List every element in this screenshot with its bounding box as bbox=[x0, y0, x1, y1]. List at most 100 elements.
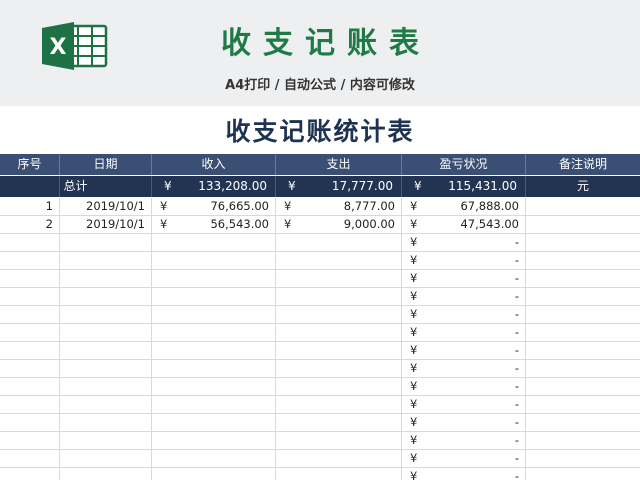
cell-income[interactable] bbox=[152, 234, 276, 251]
cell-index[interactable] bbox=[0, 342, 60, 359]
cell-profit[interactable]: ¥ - bbox=[402, 360, 526, 377]
cell-income[interactable] bbox=[152, 306, 276, 323]
cell-income[interactable]: ¥56,543.00 bbox=[152, 216, 276, 233]
cell-note[interactable] bbox=[526, 270, 640, 287]
header-income[interactable]: 收入 bbox=[152, 154, 276, 175]
cell-date[interactable] bbox=[60, 342, 152, 359]
total-income-cell[interactable]: ¥ 133,208.00 bbox=[152, 176, 276, 197]
cell-index[interactable] bbox=[0, 432, 60, 449]
cell-index[interactable] bbox=[0, 234, 60, 251]
cell-date[interactable] bbox=[60, 360, 152, 377]
cell-income[interactable] bbox=[152, 432, 276, 449]
total-note[interactable]: 元 bbox=[526, 176, 640, 197]
cell-index[interactable] bbox=[0, 396, 60, 413]
cell-expense[interactable] bbox=[276, 270, 402, 287]
cell-income[interactable]: ¥76,665.00 bbox=[152, 198, 276, 215]
cell-expense[interactable] bbox=[276, 432, 402, 449]
cell-index[interactable] bbox=[0, 468, 60, 480]
cell-income[interactable] bbox=[152, 396, 276, 413]
cell-expense[interactable] bbox=[276, 288, 402, 305]
cell-expense[interactable] bbox=[276, 324, 402, 341]
cell-income[interactable] bbox=[152, 360, 276, 377]
cell-expense[interactable]: ¥9,000.00 bbox=[276, 216, 402, 233]
cell-income[interactable] bbox=[152, 342, 276, 359]
cell-index[interactable] bbox=[0, 378, 60, 395]
cell-index[interactable] bbox=[0, 306, 60, 323]
cell-note[interactable] bbox=[526, 342, 640, 359]
cell-profit[interactable]: ¥ - bbox=[402, 468, 526, 480]
cell-date[interactable] bbox=[60, 468, 152, 480]
cell-date[interactable]: 2019/10/1 bbox=[60, 198, 152, 215]
total-expense-cell[interactable]: ¥ 17,777.00 bbox=[276, 176, 402, 197]
cell-date[interactable] bbox=[60, 378, 152, 395]
cell-income[interactable] bbox=[152, 252, 276, 269]
header-profit[interactable]: 盈亏状况 bbox=[402, 154, 526, 175]
cell-profit[interactable]: ¥ - bbox=[402, 306, 526, 323]
cell-note[interactable] bbox=[526, 198, 640, 215]
cell-note[interactable] bbox=[526, 468, 640, 480]
cell-note[interactable] bbox=[526, 432, 640, 449]
cell-expense[interactable] bbox=[276, 306, 402, 323]
cell-note[interactable] bbox=[526, 378, 640, 395]
cell-date[interactable] bbox=[60, 234, 152, 251]
sheet-title[interactable]: 收支记账统计表 bbox=[0, 106, 640, 154]
cell-note[interactable] bbox=[526, 216, 640, 233]
cell-note[interactable] bbox=[526, 324, 640, 341]
cell-date[interactable] bbox=[60, 252, 152, 269]
cell-index[interactable]: 1 bbox=[0, 198, 60, 215]
cell-profit[interactable]: ¥ - bbox=[402, 432, 526, 449]
cell-index[interactable] bbox=[0, 270, 60, 287]
cell-date[interactable] bbox=[60, 270, 152, 287]
cell-profit[interactable]: ¥ - bbox=[402, 234, 526, 251]
cell-expense[interactable] bbox=[276, 450, 402, 467]
cell-income[interactable] bbox=[152, 450, 276, 467]
cell-expense[interactable] bbox=[276, 360, 402, 377]
cell-profit[interactable]: ¥ - bbox=[402, 414, 526, 431]
cell-index[interactable]: 2 bbox=[0, 216, 60, 233]
header-date[interactable]: 日期 bbox=[60, 154, 152, 175]
cell-expense[interactable] bbox=[276, 342, 402, 359]
cell-note[interactable] bbox=[526, 450, 640, 467]
cell-date[interactable] bbox=[60, 414, 152, 431]
cell-profit[interactable]: ¥ - bbox=[402, 252, 526, 269]
cell-income[interactable] bbox=[152, 414, 276, 431]
cell-profit[interactable]: ¥ - bbox=[402, 450, 526, 467]
cell-note[interactable] bbox=[526, 252, 640, 269]
cell-date[interactable] bbox=[60, 450, 152, 467]
cell-date[interactable] bbox=[60, 288, 152, 305]
total-label[interactable]: 总计 bbox=[0, 176, 152, 197]
total-profit-cell[interactable]: ¥ 115,431.00 bbox=[402, 176, 526, 197]
cell-profit[interactable]: ¥ - bbox=[402, 378, 526, 395]
cell-expense[interactable] bbox=[276, 414, 402, 431]
cell-income[interactable] bbox=[152, 378, 276, 395]
cell-profit[interactable]: ¥ - bbox=[402, 270, 526, 287]
header-expense[interactable]: 支出 bbox=[276, 154, 402, 175]
cell-note[interactable] bbox=[526, 288, 640, 305]
cell-note[interactable] bbox=[526, 360, 640, 377]
cell-date[interactable]: 2019/10/1 bbox=[60, 216, 152, 233]
cell-income[interactable] bbox=[152, 324, 276, 341]
cell-index[interactable] bbox=[0, 324, 60, 341]
cell-note[interactable] bbox=[526, 234, 640, 251]
cell-index[interactable] bbox=[0, 288, 60, 305]
cell-note[interactable] bbox=[526, 396, 640, 413]
cell-index[interactable] bbox=[0, 252, 60, 269]
cell-profit[interactable]: ¥ - bbox=[402, 396, 526, 413]
cell-date[interactable] bbox=[60, 324, 152, 341]
header-index[interactable]: 序号 bbox=[0, 154, 60, 175]
cell-date[interactable] bbox=[60, 306, 152, 323]
cell-profit[interactable]: ¥ - bbox=[402, 324, 526, 341]
cell-expense[interactable]: ¥8,777.00 bbox=[276, 198, 402, 215]
cell-index[interactable] bbox=[0, 360, 60, 377]
cell-note[interactable] bbox=[526, 306, 640, 323]
cell-profit[interactable]: ¥ - bbox=[402, 288, 526, 305]
cell-profit[interactable]: ¥ - bbox=[402, 342, 526, 359]
cell-index[interactable] bbox=[0, 450, 60, 467]
cell-profit[interactable]: ¥47,543.00 bbox=[402, 216, 526, 233]
cell-date[interactable] bbox=[60, 396, 152, 413]
cell-income[interactable] bbox=[152, 270, 276, 287]
cell-profit[interactable]: ¥67,888.00 bbox=[402, 198, 526, 215]
cell-expense[interactable] bbox=[276, 468, 402, 480]
cell-expense[interactable] bbox=[276, 396, 402, 413]
cell-date[interactable] bbox=[60, 432, 152, 449]
